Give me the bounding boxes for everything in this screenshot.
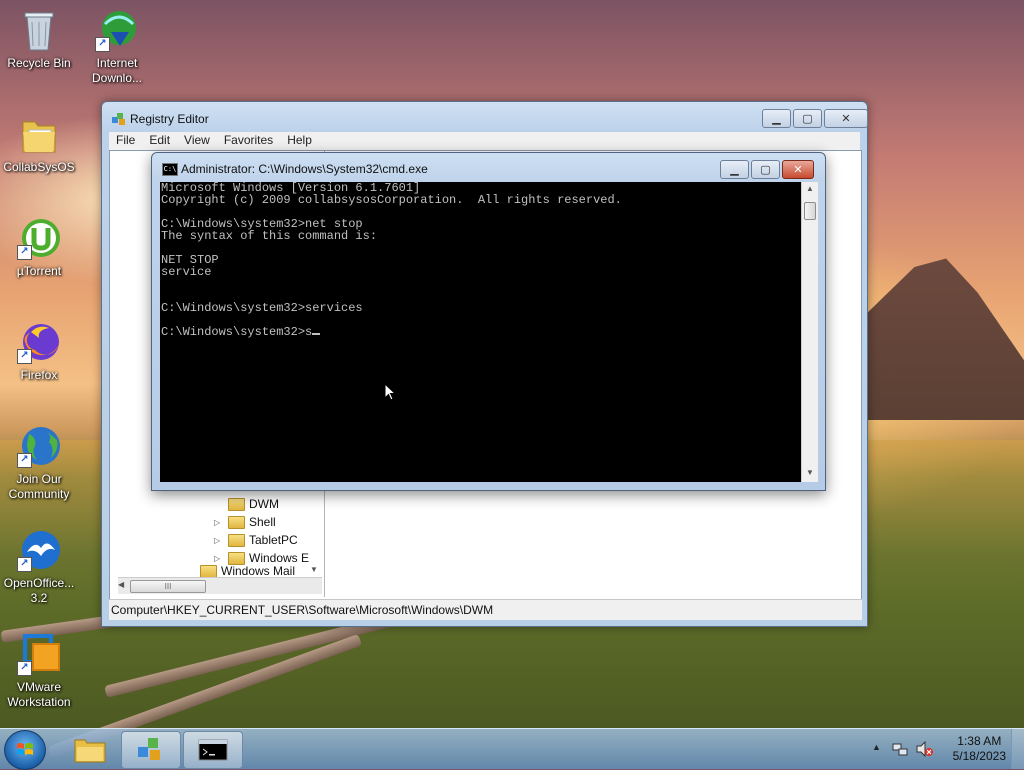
desktop-icon-firefox[interactable]: ↗ Firefox xyxy=(0,320,78,383)
mouse-pointer-icon xyxy=(384,383,396,401)
desktop-icon-label: CollabSysOS xyxy=(3,160,75,174)
tree-item-shell[interactable]: ▷ Shell xyxy=(214,513,276,531)
desktop-icon-join-our-community[interactable]: ↗ Join Our Community xyxy=(0,424,78,502)
folder-icon xyxy=(228,515,245,529)
folder-icon xyxy=(228,497,245,511)
window-title: Administrator: C:\Windows\System32\cmd.e… xyxy=(181,162,428,176)
tree-item-windows-mail[interactable]: Windows Mail xyxy=(200,565,295,577)
close-button[interactable]: ✕ xyxy=(782,160,814,179)
desktop-icon-utorrent[interactable]: ↗ µTorrent xyxy=(0,216,78,279)
firefox-icon: ↗ xyxy=(17,320,61,364)
shortcut-arrow-icon: ↗ xyxy=(17,349,32,364)
menu-favorites[interactable]: Favorites xyxy=(217,132,280,150)
desktop-icon-openoffice[interactable]: ↗ OpenOffice... 3.2 xyxy=(0,528,78,606)
taskbar-cmd-button[interactable] xyxy=(183,731,243,769)
cmd-window[interactable]: C:\ Administrator: C:\Windows\System32\c… xyxy=(151,152,826,491)
globe-icon: ↗ xyxy=(17,424,61,468)
taskbar-registry-editor-button[interactable] xyxy=(121,731,181,769)
folder-icon xyxy=(228,533,245,547)
start-button[interactable] xyxy=(4,730,46,770)
folder-icon xyxy=(228,551,245,565)
clock[interactable]: 1:38 AM 5/18/2023 xyxy=(953,734,1006,764)
desktop-icon-label: Recycle Bin xyxy=(7,56,71,70)
menu-edit[interactable]: Edit xyxy=(142,132,177,150)
shortcut-arrow-icon: ↗ xyxy=(17,661,32,676)
maximize-button[interactable]: ▢ xyxy=(751,160,780,179)
expand-arrow-icon[interactable]: ▷ xyxy=(214,518,224,527)
utorrent-icon: ↗ xyxy=(17,216,61,260)
shortcut-arrow-icon: ↗ xyxy=(17,245,32,260)
shortcut-arrow-icon: ↗ xyxy=(95,37,110,52)
horizontal-scrollbar[interactable]: ◀ III xyxy=(118,577,322,594)
desktop-icon-label: OpenOffice... 3.2 xyxy=(3,576,75,605)
internet-download-manager-icon: ↗ xyxy=(95,8,139,52)
desktop-icon-internet-download-manager[interactable]: ↗ Internet Downlo... xyxy=(78,8,156,86)
caption-buttons: ▁ ▢ ✕ xyxy=(720,160,814,179)
cmd-icon xyxy=(198,739,228,761)
clock-time: 1:38 AM xyxy=(957,734,1002,748)
scroll-up-arrow-icon[interactable]: ▲ xyxy=(806,184,814,193)
clock-date: 5/18/2023 xyxy=(952,749,1006,763)
scroll-down-arrow-icon[interactable]: ▼ xyxy=(806,468,814,477)
desktop-icon-label: Internet Downlo... xyxy=(91,56,143,85)
folder-icon xyxy=(74,739,106,763)
volume-muted-icon[interactable] xyxy=(916,741,934,757)
folder-icon xyxy=(200,565,217,577)
folder-icon xyxy=(17,112,61,156)
menu-file[interactable]: File xyxy=(109,132,142,150)
menu-help[interactable]: Help xyxy=(280,132,319,150)
shortcut-arrow-icon: ↗ xyxy=(17,557,32,572)
scroll-left-arrow-icon[interactable]: ◀ xyxy=(118,580,124,589)
taskbar: ▲ 1:38 AM 5/18/2023 xyxy=(0,728,1024,770)
minimize-button[interactable]: ▁ xyxy=(762,109,791,128)
tree-item-tabletpc[interactable]: ▷ TabletPC xyxy=(214,531,298,549)
registry-editor-icon xyxy=(138,738,160,760)
network-icon[interactable] xyxy=(892,741,908,757)
maximize-button[interactable]: ▢ xyxy=(793,109,822,128)
tree-item-dwm[interactable]: DWM xyxy=(214,495,279,513)
show-desktop-button[interactable] xyxy=(1011,729,1024,769)
recycle-bin-icon xyxy=(17,8,61,52)
cmd-icon: C:\ xyxy=(162,163,178,176)
desktop-icon-label: VMware Workstation xyxy=(7,680,71,709)
system-tray: ▲ 1:38 AM 5/18/2023 xyxy=(864,729,1024,769)
expand-arrow-icon[interactable]: ▷ xyxy=(214,554,224,563)
close-button[interactable]: ✕ xyxy=(824,109,868,128)
shortcut-arrow-icon: ↗ xyxy=(17,453,32,468)
vmware-icon: ↗ xyxy=(17,632,61,676)
window-title: Registry Editor xyxy=(130,112,209,126)
minimize-button[interactable]: ▁ xyxy=(720,160,749,179)
desktop-icon-label: Firefox xyxy=(20,368,58,382)
text-cursor xyxy=(312,333,321,335)
windows-logo-icon xyxy=(17,743,33,755)
desktop-icon-label: µTorrent xyxy=(16,264,62,278)
console-text: Microsoft Windows [Version 6.1.7601] Cop… xyxy=(161,182,622,339)
scrollbar-thumb[interactable]: III xyxy=(130,580,206,593)
show-hidden-icons-icon[interactable]: ▲ xyxy=(872,742,881,752)
desktop-icon-label: Join Our Community xyxy=(8,472,70,501)
desktop-icon-vmware[interactable]: ↗ VMware Workstation xyxy=(0,632,78,710)
scroll-down-arrow-icon[interactable]: ▼ xyxy=(310,565,318,574)
desktop-icon-collabsysos[interactable]: CollabSysOS xyxy=(0,112,78,175)
menu-bar: File Edit View Favorites Help xyxy=(109,132,860,150)
taskbar-explorer-button[interactable] xyxy=(60,731,120,769)
scrollbar-thumb[interactable] xyxy=(804,202,816,220)
registry-editor-icon xyxy=(112,113,125,125)
status-bar: Computer\HKEY_CURRENT_USER\Software\Micr… xyxy=(109,599,862,620)
caption-buttons: ▁ ▢ ✕ xyxy=(762,109,868,128)
expand-arrow-icon[interactable]: ▷ xyxy=(214,536,224,545)
desktop-icon-recycle-bin[interactable]: Recycle Bin xyxy=(0,8,78,71)
openoffice-icon: ↗ xyxy=(17,528,61,572)
menu-view[interactable]: View xyxy=(177,132,217,150)
vertical-scrollbar[interactable]: ▲ ▼ xyxy=(801,182,818,482)
console-output-area[interactable]: Microsoft Windows [Version 6.1.7601] Cop… xyxy=(160,182,801,482)
